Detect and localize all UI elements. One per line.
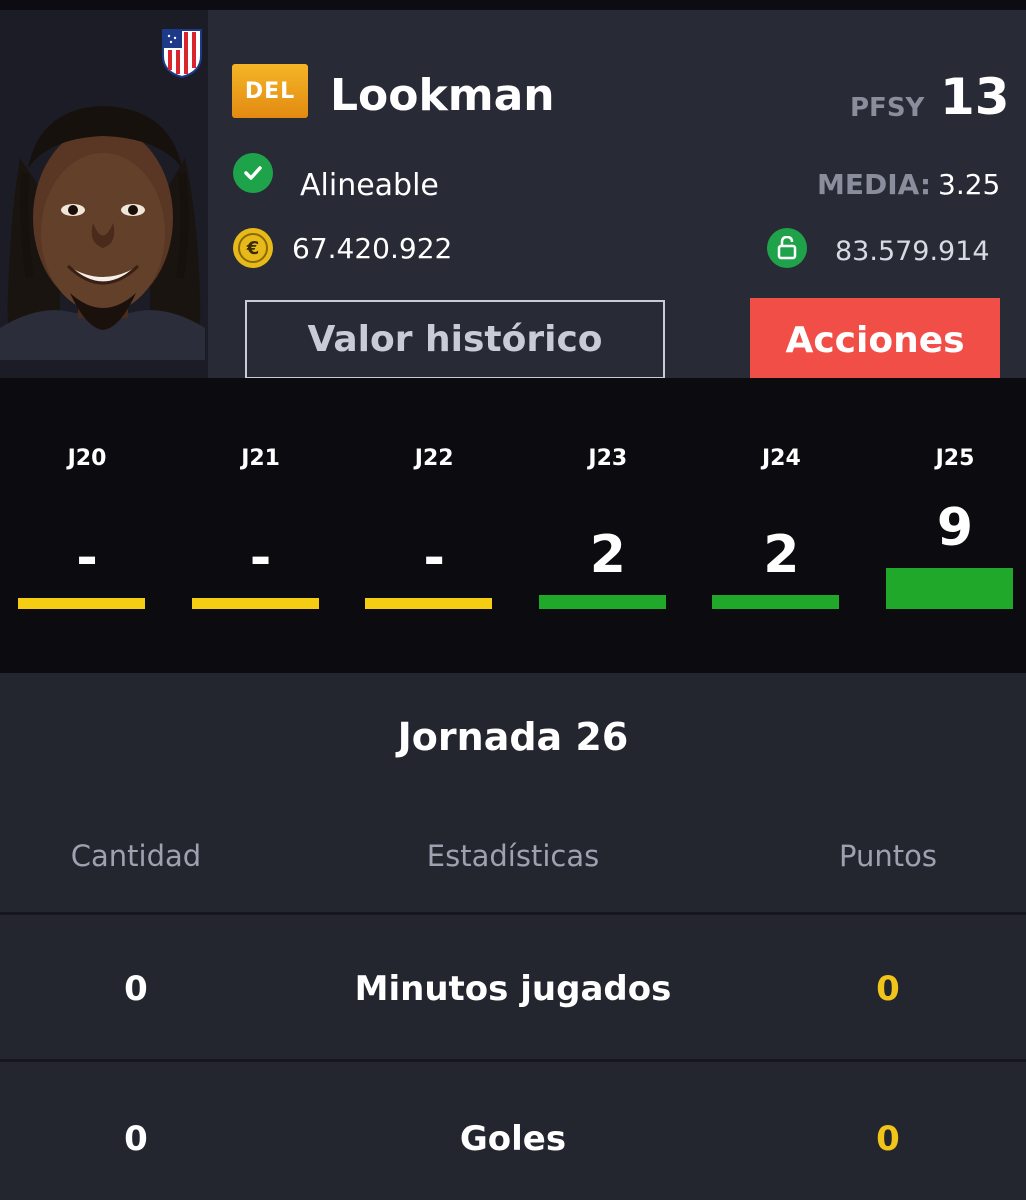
points-bar bbox=[712, 595, 840, 609]
matchday-points: 2 bbox=[589, 525, 626, 585]
divider bbox=[0, 912, 1026, 915]
availability-status: Alineable bbox=[300, 168, 439, 203]
matchday-label: J25 bbox=[935, 446, 975, 471]
matchday-j20[interactable]: J20 - bbox=[0, 378, 174, 673]
matchday-label: J21 bbox=[241, 446, 280, 471]
matchday-j22[interactable]: J22 - bbox=[347, 378, 521, 673]
matchday-label: J22 bbox=[414, 446, 454, 471]
club-crest-icon bbox=[160, 26, 204, 79]
matchday-j25[interactable]: J25 9 bbox=[868, 378, 1026, 673]
matchday-points: - bbox=[76, 528, 98, 588]
matchday-points: - bbox=[249, 528, 272, 588]
row-points: 0 bbox=[876, 969, 900, 1009]
pfsy-value: 13 bbox=[940, 68, 1010, 126]
row-quantity: 0 bbox=[124, 1119, 148, 1159]
matchday-points: 9 bbox=[936, 498, 974, 558]
points-header: Puntos bbox=[839, 839, 937, 873]
position-badge: DEL bbox=[232, 64, 308, 118]
points-bar bbox=[538, 595, 666, 609]
matchday-points-strip: J20 - J21 - J22 - J23 2 J24 2 J25 9 bbox=[0, 378, 1026, 673]
points-bar bbox=[886, 568, 1013, 609]
unlock-icon bbox=[767, 228, 807, 268]
row-quantity: 0 bbox=[124, 969, 148, 1009]
matchday-points: 2 bbox=[763, 525, 800, 585]
row-points: 0 bbox=[876, 1119, 900, 1159]
player-header: DEL Lookman PFSY 13 Alineable MEDIA: 3.2… bbox=[0, 10, 1026, 382]
euro-coin-icon: € bbox=[233, 228, 273, 268]
points-bar bbox=[18, 598, 145, 609]
matchday-points: - bbox=[423, 528, 445, 588]
matchday-stats: Jornada 26 Cantidad Estadísticas Puntos … bbox=[0, 673, 1026, 1200]
average-value: 3.25 bbox=[938, 168, 1001, 201]
matchday-label: J20 bbox=[67, 446, 107, 471]
divider bbox=[0, 1059, 1026, 1062]
points-bar bbox=[191, 598, 319, 609]
photo-column bbox=[0, 10, 208, 378]
average-label: MEDIA: bbox=[817, 168, 932, 201]
matchday-label: J24 bbox=[761, 446, 801, 471]
player-avatar[interactable] bbox=[0, 98, 205, 360]
points-bar bbox=[365, 598, 493, 609]
player-name: Lookman bbox=[330, 70, 555, 121]
matchday-j21[interactable]: J21 - bbox=[174, 378, 348, 673]
check-circle-icon bbox=[233, 153, 273, 193]
actions-button[interactable]: Acciones bbox=[750, 298, 1000, 382]
top-bar bbox=[0, 0, 1026, 10]
quantity-header: Cantidad bbox=[70, 839, 202, 873]
release-clause-value: 83.579.914 bbox=[835, 236, 990, 267]
matchday-title: Jornada 26 bbox=[397, 715, 629, 759]
historic-value-button[interactable]: Valor histórico bbox=[245, 300, 665, 379]
pfsy-label: PFSY bbox=[850, 93, 925, 123]
matchday-j24[interactable]: J24 2 bbox=[694, 378, 868, 673]
matchday-label: J23 bbox=[588, 446, 628, 471]
market-value: 67.420.922 bbox=[292, 232, 453, 265]
stats-header: Estadísticas bbox=[426, 839, 600, 873]
row-stat-name: Goles bbox=[459, 1119, 567, 1159]
matchday-j23[interactable]: J23 2 bbox=[521, 378, 695, 673]
row-stat-name: Minutos jugados bbox=[354, 969, 672, 1009]
